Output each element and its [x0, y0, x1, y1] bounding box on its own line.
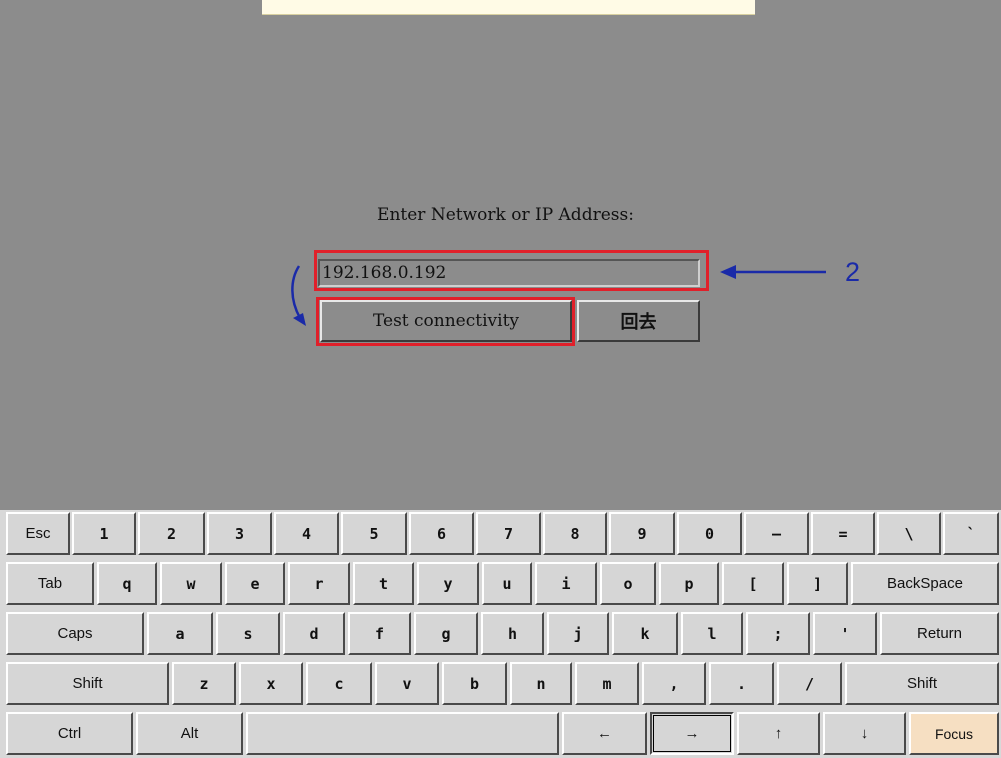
- annotation-arrows: [291, 265, 826, 326]
- key-backslash[interactable]: \: [877, 512, 941, 555]
- key-arrow-up[interactable]: ↑: [737, 712, 820, 755]
- key-8[interactable]: 8: [543, 512, 607, 555]
- key-k[interactable]: k: [612, 612, 678, 655]
- key-f[interactable]: f: [348, 612, 411, 655]
- ip-address-input[interactable]: [318, 259, 700, 287]
- test-connectivity-button[interactable]: Test connectivity: [320, 300, 572, 342]
- key-s[interactable]: s: [216, 612, 280, 655]
- key-minus[interactable]: –: [744, 512, 809, 555]
- curved-arrow: [291, 265, 302, 319]
- key-t[interactable]: t: [353, 562, 414, 605]
- key-o[interactable]: o: [600, 562, 656, 605]
- curved-arrow-head-icon: [293, 313, 306, 326]
- key-right-bracket[interactable]: ]: [787, 562, 848, 605]
- key-4[interactable]: 4: [274, 512, 339, 555]
- key-slash[interactable]: /: [777, 662, 842, 705]
- key-u[interactable]: u: [482, 562, 532, 605]
- key-5[interactable]: 5: [341, 512, 407, 555]
- key-shift-right[interactable]: Shift: [845, 662, 999, 705]
- arrow-head-left-icon: [720, 265, 736, 279]
- key-0[interactable]: 0: [677, 512, 742, 555]
- key-a[interactable]: a: [147, 612, 213, 655]
- key-g[interactable]: g: [414, 612, 478, 655]
- key-ctrl[interactable]: Ctrl: [6, 712, 133, 755]
- key-space[interactable]: [246, 712, 559, 755]
- key-6[interactable]: 6: [409, 512, 474, 555]
- key-7[interactable]: 7: [476, 512, 541, 555]
- key-z[interactable]: z: [172, 662, 236, 705]
- key-p[interactable]: p: [659, 562, 719, 605]
- key-return[interactable]: Return: [880, 612, 999, 655]
- key-i[interactable]: i: [535, 562, 597, 605]
- key-period[interactable]: .: [709, 662, 774, 705]
- key-arrow-left[interactable]: ←: [562, 712, 647, 755]
- key-b[interactable]: b: [442, 662, 507, 705]
- key-v[interactable]: v: [375, 662, 439, 705]
- key-q[interactable]: q: [97, 562, 157, 605]
- back-button[interactable]: 回去: [577, 300, 700, 342]
- annotation-number: 2: [845, 257, 861, 287]
- key-semicolon[interactable]: ;: [746, 612, 810, 655]
- key-h[interactable]: h: [481, 612, 544, 655]
- key-e[interactable]: e: [225, 562, 285, 605]
- top-banner: [262, 0, 755, 15]
- key-l[interactable]: l: [681, 612, 743, 655]
- key-1[interactable]: 1: [72, 512, 136, 555]
- key-left-bracket[interactable]: [: [722, 562, 784, 605]
- key-9[interactable]: 9: [609, 512, 675, 555]
- ip-address-value[interactable]: [322, 261, 698, 285]
- key-w[interactable]: w: [160, 562, 222, 605]
- key-r[interactable]: r: [288, 562, 350, 605]
- key-backspace[interactable]: BackSpace: [851, 562, 999, 605]
- key-focus[interactable]: Focus: [909, 712, 999, 755]
- key-x[interactable]: x: [239, 662, 303, 705]
- key-tab[interactable]: Tab: [6, 562, 94, 605]
- key-m[interactable]: m: [575, 662, 639, 705]
- key-c[interactable]: c: [306, 662, 372, 705]
- key-caps[interactable]: Caps: [6, 612, 144, 655]
- key-y[interactable]: y: [417, 562, 479, 605]
- key-3[interactable]: 3: [207, 512, 272, 555]
- key-quote[interactable]: ': [813, 612, 877, 655]
- key-backtick[interactable]: `: [943, 512, 999, 555]
- prompt-label: Enter Network or IP Address:: [377, 205, 634, 225]
- key-equals[interactable]: =: [811, 512, 875, 555]
- key-arrow-right[interactable]: →: [650, 712, 734, 755]
- key-j[interactable]: j: [547, 612, 609, 655]
- key-esc[interactable]: Esc: [6, 512, 70, 555]
- key-d[interactable]: d: [283, 612, 345, 655]
- on-screen-keyboard: Esc 1 2 3 4 5 6 7 8 9 0 – = \ ` Tab q w …: [0, 510, 1001, 758]
- key-alt[interactable]: Alt: [136, 712, 243, 755]
- key-arrow-down[interactable]: ↓: [823, 712, 906, 755]
- key-2[interactable]: 2: [138, 512, 205, 555]
- key-comma[interactable]: ,: [642, 662, 706, 705]
- key-n[interactable]: n: [510, 662, 572, 705]
- key-shift-left[interactable]: Shift: [6, 662, 169, 705]
